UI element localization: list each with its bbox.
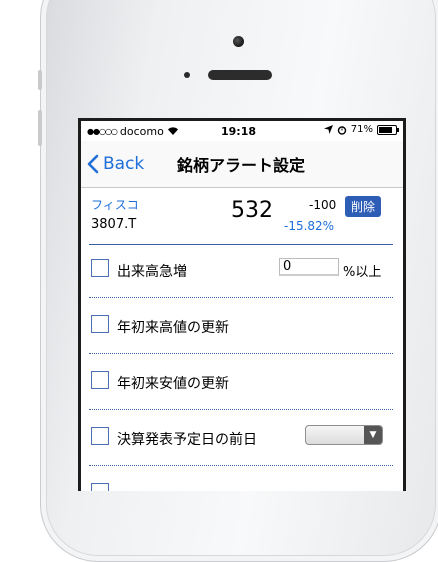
alert-row-year-low: 年初来安値の更新 — [81, 354, 403, 410]
mute-switch — [38, 70, 42, 90]
stock-name: フィスコ — [91, 198, 139, 212]
wifi-icon — [167, 127, 178, 135]
year-low-checkbox[interactable] — [91, 371, 109, 389]
back-label: Back — [103, 154, 145, 174]
proximity-sensor — [184, 72, 190, 78]
next-alert-checkbox[interactable] — [91, 483, 109, 491]
phone-screen: ●●○○○ docomo 19:18 71% Back 銘柄アラート設定 フィス… — [78, 118, 406, 491]
alert-label: 決算発表予定日の前日 — [117, 432, 257, 448]
volume-up-button — [38, 110, 42, 146]
volume-threshold-input[interactable]: 0 — [279, 258, 339, 276]
location-arrow-icon — [323, 125, 333, 134]
chevron-left-icon — [87, 154, 99, 174]
alert-row-partial — [81, 466, 403, 491]
earnings-timing-select[interactable]: ▼ — [305, 425, 383, 445]
alert-label: 年初来安値の更新 — [117, 376, 229, 392]
dropdown-arrow-icon: ▼ — [364, 426, 382, 444]
price-change: -100 — [309, 198, 337, 212]
alert-row-year-high: 年初来高値の更新 — [81, 298, 403, 354]
threshold-unit: %以上 — [343, 265, 382, 280]
alert-row-earnings: 決算発表予定日の前日 ▼ — [81, 410, 403, 466]
alert-label: 年初来高値の更新 — [117, 320, 229, 336]
price-change-percent: -15.82% — [284, 219, 335, 233]
earpiece-speaker — [208, 70, 272, 80]
page-title: 銘柄アラート設定 — [177, 156, 306, 175]
alarm-clock-icon — [337, 125, 346, 135]
year-high-checkbox[interactable] — [91, 315, 109, 333]
delete-button[interactable]: 削除 — [345, 196, 382, 217]
battery-icon — [377, 124, 399, 135]
status-bar: ●●○○○ docomo 19:18 71% — [81, 121, 403, 141]
status-time: 19:18 — [221, 125, 257, 138]
carrier-label: docomo — [119, 124, 164, 138]
stock-price: 532 — [231, 198, 273, 223]
front-camera — [233, 36, 244, 47]
volume-surge-checkbox[interactable] — [91, 259, 109, 277]
alert-row-volume: 出来高急増 0 %以上 — [81, 242, 403, 298]
signal-icon: ●●○○○ — [87, 126, 118, 136]
navigation-bar: Back 銘柄アラート設定 — [81, 141, 403, 188]
stock-header: フィスコ 3807.T 532 -100 -15.82% 削除 — [81, 188, 403, 245]
earnings-eve-checkbox[interactable] — [91, 427, 109, 445]
battery-percent: 71% — [350, 124, 373, 135]
back-button[interactable]: Back — [81, 154, 144, 174]
stock-code: 3807.T — [91, 217, 137, 232]
alert-label: 出来高急増 — [117, 264, 187, 280]
